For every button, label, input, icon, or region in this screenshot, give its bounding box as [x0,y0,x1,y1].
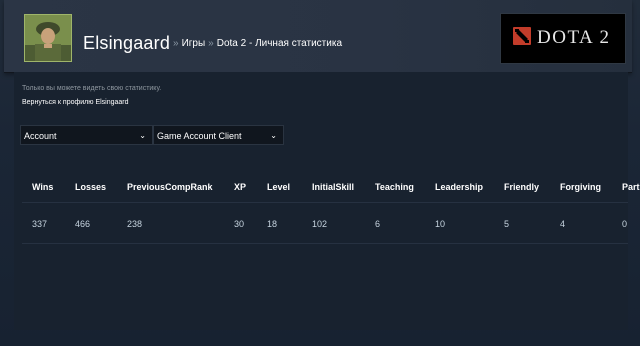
game-logo-text: DOTA 2 [537,27,611,48]
column-header-xp: XP [234,182,247,192]
client-select-value: Game Account Client [157,131,242,141]
stats-panel [14,72,628,330]
column-header-forgiving: Forgiving [560,182,601,192]
column-header-part: Part [622,182,640,192]
table-cell-teaching: 6 [375,219,381,229]
column-header-previouscomprank: PreviousCompRank [127,182,213,192]
table-cell-wins: 337 [32,219,48,229]
privacy-notice: Только вы можете видеть свою статистику. [22,85,162,92]
column-header-teaching: Teaching [375,182,414,192]
breadcrumb-separator: » [173,38,179,49]
account-select[interactable]: Account ⌄ [20,125,153,145]
table-header-divider [22,202,628,203]
table-cell-losses: 466 [75,219,91,229]
avatar[interactable] [24,14,72,62]
back-to-profile-link[interactable]: Вернуться к профилю Elsingaard [22,99,129,106]
table-cell-level: 18 [267,219,278,229]
column-header-wins: Wins [32,182,54,192]
column-header-leadership: Leadership [435,182,484,192]
page-title[interactable]: Dota 2 - Личная статистика [217,38,342,49]
table-cell-initialskill: 102 [312,219,328,229]
table-cell-forgiving: 4 [560,219,566,229]
table-cell-xp: 30 [234,219,245,229]
column-header-friendly: Friendly [504,182,540,192]
table-cell-previouscomprank: 238 [127,219,143,229]
game-account-client-select[interactable]: Game Account Client ⌄ [153,125,284,145]
table-cell-friendly: 5 [504,219,510,229]
breadcrumb-separator: » [208,38,214,49]
column-header-losses: Losses [75,182,107,192]
table-row-divider [22,243,628,244]
games-link[interactable]: Игры [182,38,206,49]
chevron-down-icon: ⌄ [270,131,277,140]
chevron-down-icon: ⌄ [139,131,146,140]
table-cell-part: 0 [622,219,628,229]
profile-name[interactable]: Elsingaard [83,33,170,54]
soldier-avatar-icon [25,15,71,61]
account-select-value: Account [24,131,57,141]
column-header-level: Level [267,182,291,192]
breadcrumb: » Игры» Dota 2 - Личная статистика [170,38,342,49]
column-header-initialskill: InitialSkill [312,182,355,192]
dota-logo-icon [513,27,531,45]
profile-header: Elsingaard » Игры» Dota 2 - Личная статист… [4,0,632,73]
table-cell-leadership: 10 [435,219,446,229]
dota2-game-logo[interactable]: DOTA 2 [500,13,626,64]
